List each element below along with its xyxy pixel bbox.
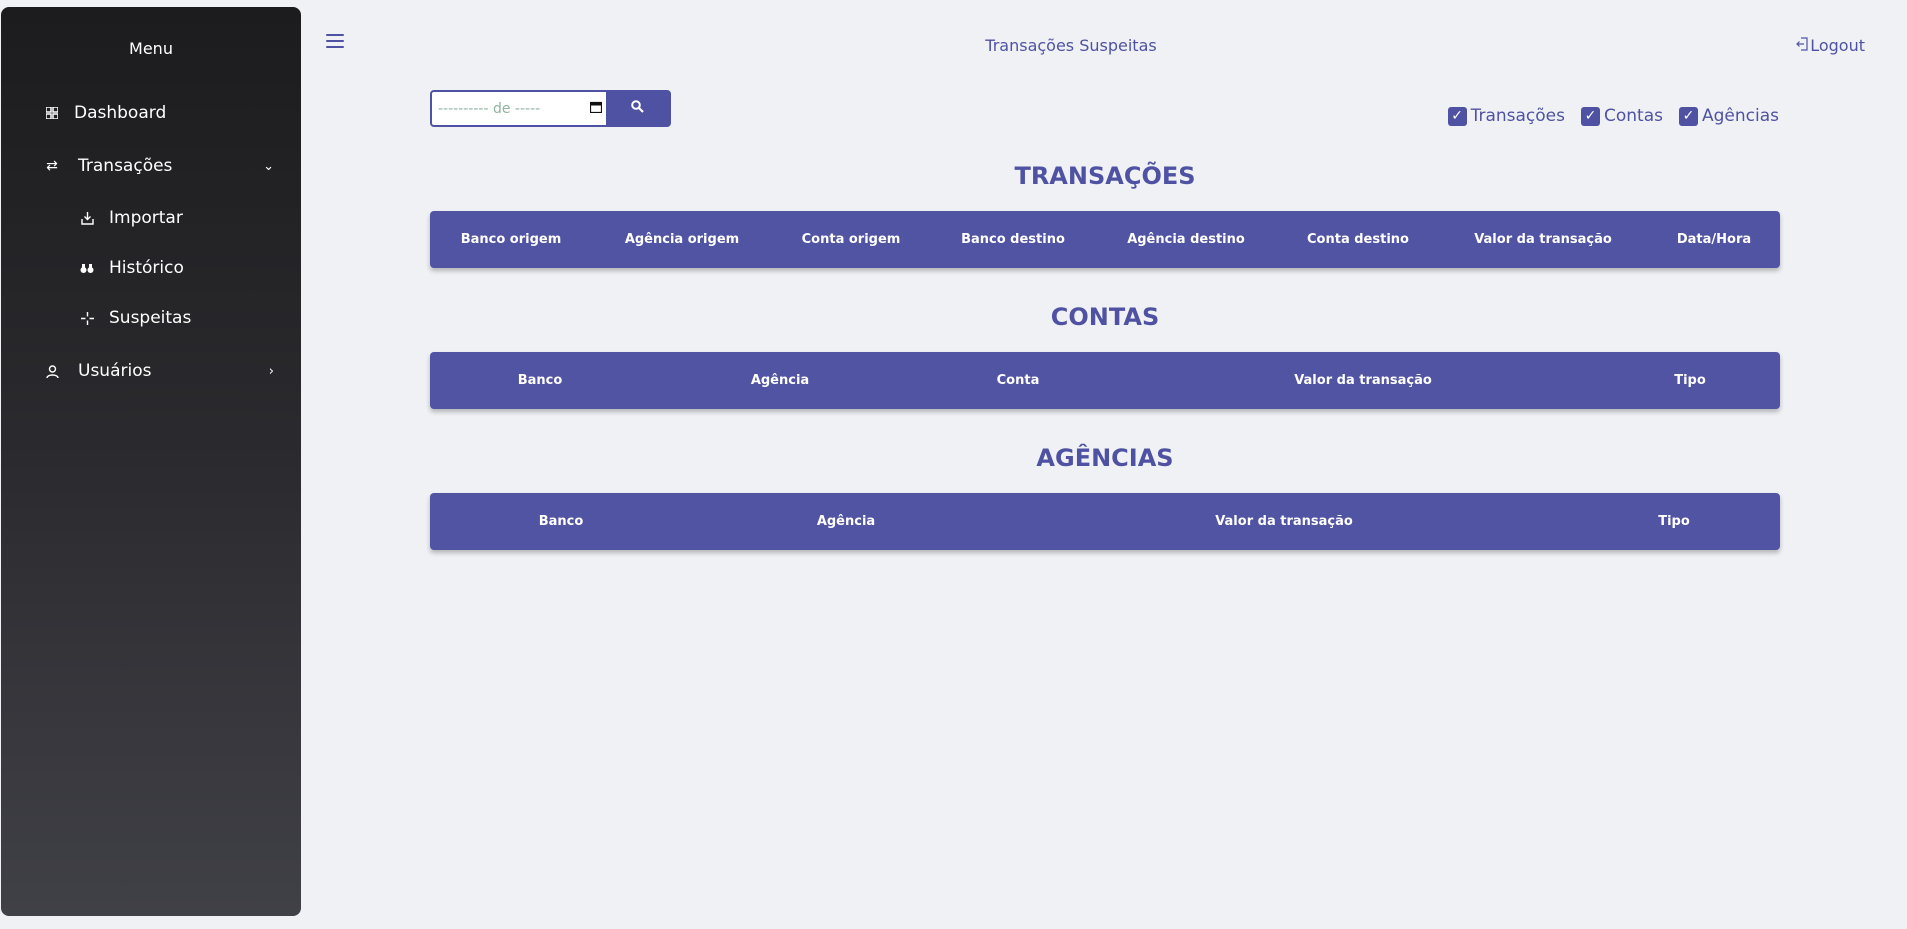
- sidebar-item-label: Importar: [109, 208, 183, 228]
- column-header[interactable]: Data/Hora: [1677, 211, 1751, 268]
- import-tray-icon: [79, 210, 95, 226]
- sidebar-title: Menu: [129, 39, 173, 58]
- checkbox-checked-icon[interactable]: ✓: [1447, 106, 1467, 126]
- column-header[interactable]: Conta origem: [802, 211, 901, 268]
- sidebar-item-historico[interactable]: Histórico: [79, 258, 184, 278]
- column-header[interactable]: Agência: [817, 493, 875, 550]
- column-header[interactable]: Agência destino: [1127, 211, 1245, 268]
- sidebar-item-label: Suspeitas: [109, 308, 192, 328]
- column-header[interactable]: Conta: [997, 352, 1040, 409]
- checkbox-checked-icon[interactable]: ✓: [1581, 106, 1600, 126]
- column-header[interactable]: Valor da transação: [1215, 493, 1353, 550]
- column-header[interactable]: Tipo: [1658, 493, 1690, 550]
- section-title-contas: CONTAS: [1050, 303, 1160, 331]
- logout-icon: [1796, 36, 1808, 55]
- column-header[interactable]: Banco destino: [961, 211, 1065, 268]
- page-title: Transações Suspeitas: [985, 36, 1157, 55]
- column-header[interactable]: Banco: [518, 352, 563, 409]
- filter-agencias[interactable]: ✓ Agências: [1679, 106, 1779, 126]
- sidebar-item-transacoes[interactable]: ⇄ Transações ⌄: [44, 156, 274, 176]
- sidebar-item-suspeitas[interactable]: Suspeitas: [79, 308, 191, 328]
- column-header[interactable]: Valor da transação: [1474, 211, 1612, 268]
- sidebar-item-label: Histórico: [109, 258, 184, 278]
- column-header[interactable]: Banco: [539, 493, 584, 550]
- sidebar-item-dashboard[interactable]: Dashboard: [44, 103, 166, 123]
- date-input[interactable]: ---------- de -----: [432, 92, 606, 125]
- section-title-agencias: AGÊNCIAS: [1036, 444, 1174, 472]
- user-icon: [44, 363, 60, 379]
- sidebar-item-importar[interactable]: Importar: [79, 208, 183, 228]
- sidebar: Menu Dashboard ⇄ Transações ⌄ Importar H…: [1, 7, 301, 916]
- calendar-icon[interactable]: [589, 101, 603, 117]
- filter-label: Agências: [1702, 106, 1779, 126]
- column-header[interactable]: Agência origem: [625, 211, 739, 268]
- filter-label: Transações: [1470, 106, 1565, 126]
- search-button[interactable]: [606, 92, 669, 125]
- column-header[interactable]: Tipo: [1674, 352, 1706, 409]
- chevron-right-icon: ›: [268, 363, 274, 379]
- checkbox-checked-icon[interactable]: ✓: [1679, 106, 1698, 126]
- table-header-agencias: Banco Agência Valor da transação Tipo: [430, 493, 1780, 550]
- search-icon: [631, 100, 644, 117]
- section-title-transacoes: TRANSAÇÕES: [1014, 162, 1196, 190]
- column-header[interactable]: Conta destino: [1307, 211, 1409, 268]
- swap-arrows-icon: ⇄: [46, 158, 58, 174]
- sidebar-item-label: Transações: [78, 156, 173, 176]
- chevron-down-icon: ⌄: [263, 158, 274, 174]
- sidebar-item-label: Usuários: [78, 361, 152, 381]
- logout-button[interactable]: Logout: [1796, 36, 1865, 55]
- date-placeholder: ---------- de -----: [438, 100, 541, 117]
- filter-contas[interactable]: ✓ Contas: [1581, 106, 1663, 126]
- table-header-transacoes: Banco origem Agência origem Conta origem…: [430, 211, 1780, 268]
- filter-label: Contas: [1604, 106, 1663, 126]
- date-search-group: ---------- de -----: [430, 90, 671, 127]
- sidebar-item-label: Dashboard: [74, 103, 167, 123]
- crosshair-icon: [79, 310, 95, 326]
- table-header-contas: Banco Agência Conta Valor da transação T…: [430, 352, 1780, 409]
- binoculars-icon: [79, 260, 95, 276]
- hamburger-menu-icon[interactable]: [326, 34, 344, 48]
- column-header[interactable]: Agência: [751, 352, 809, 409]
- logout-label: Logout: [1810, 36, 1865, 55]
- column-header[interactable]: Banco origem: [461, 211, 562, 268]
- dashboard-grid-icon: [44, 105, 60, 121]
- sidebar-item-usuarios[interactable]: Usuários ›: [44, 361, 274, 381]
- column-header[interactable]: Valor da transação: [1294, 352, 1432, 409]
- section-filters: ✓ Transações ✓ Contas ✓ Agências: [1447, 106, 1779, 126]
- filter-transacoes[interactable]: ✓ Transações: [1447, 106, 1565, 126]
